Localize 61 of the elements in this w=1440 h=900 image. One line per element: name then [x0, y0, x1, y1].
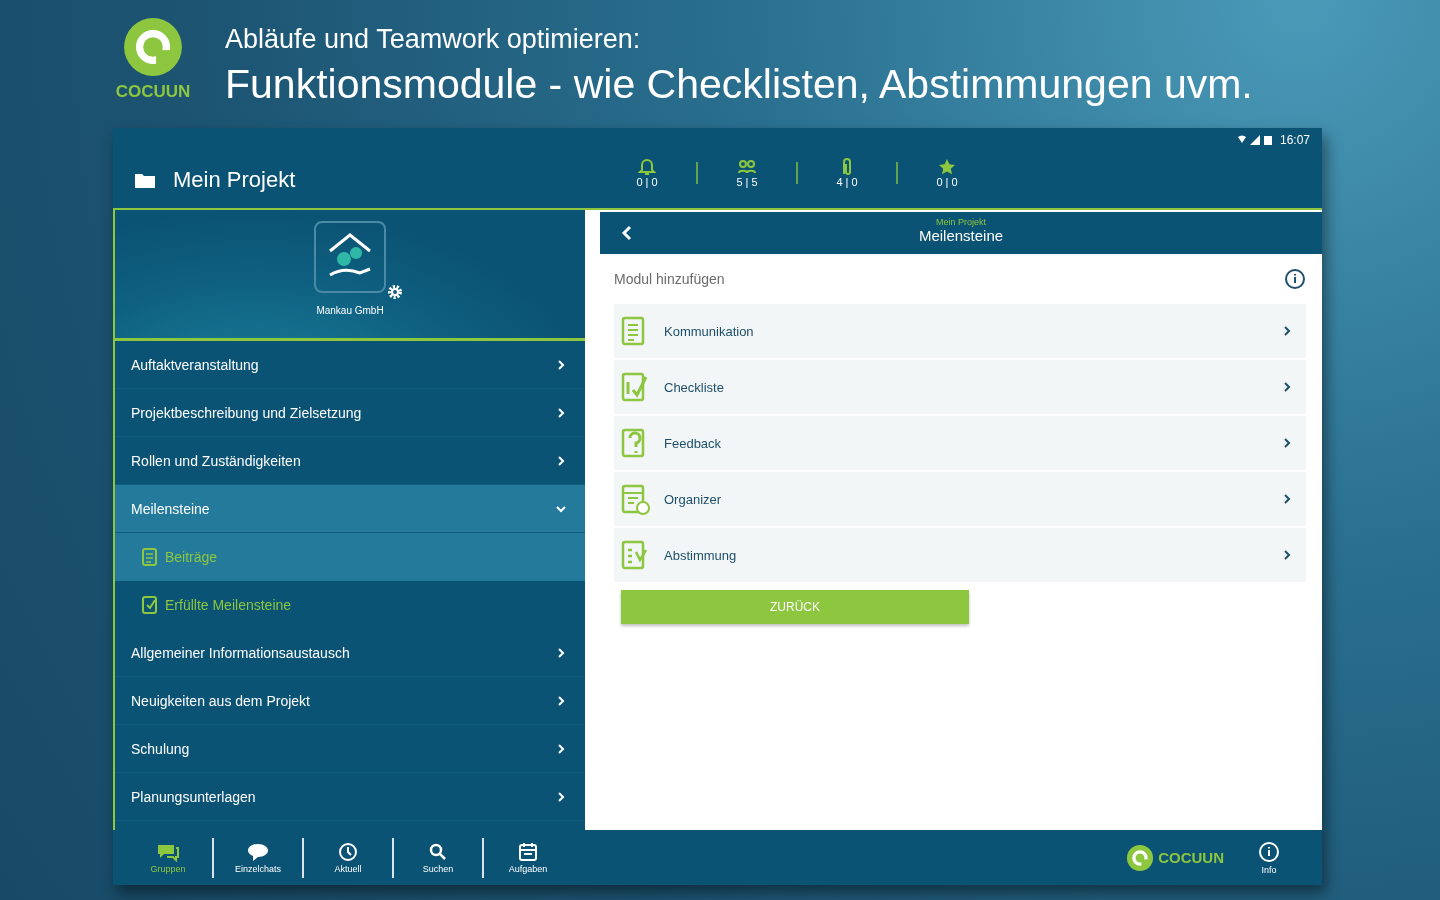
- module-item[interactable]: Checkliste: [614, 360, 1306, 414]
- module-item[interactable]: Organizer: [614, 472, 1306, 526]
- chevron-right-icon: [555, 406, 567, 419]
- document-icon: [141, 547, 159, 567]
- info-icon: [1258, 840, 1280, 863]
- info-icon[interactable]: [1284, 268, 1306, 290]
- group-icon: [738, 158, 756, 176]
- banner-title: Funktionsmodule - wie Checklisten, Abstimmungen uvm.: [225, 61, 1253, 108]
- settings-icon[interactable]: [387, 284, 403, 300]
- module-item[interactable]: Abstimmung: [614, 528, 1306, 582]
- sidebar-item[interactable]: Planungsunterlagen: [115, 773, 585, 821]
- banner-subtitle: Abläufe und Teamwork optimieren:: [225, 24, 642, 55]
- chevron-right-icon: [555, 694, 567, 707]
- chevron-right-icon: [1282, 325, 1292, 337]
- logo-icon: [122, 16, 184, 78]
- chevron-right-icon: [555, 790, 567, 803]
- sidebar-item[interactable]: Neuigkeiten aus dem Projekt: [115, 677, 585, 725]
- chevron-right-icon: [1282, 381, 1292, 393]
- module-item[interactable]: Feedback: [614, 416, 1306, 470]
- detail-title: Meilensteine: [918, 227, 1004, 244]
- project-title: Mein Projekt: [173, 167, 296, 193]
- section-label: Modul hinzufügen: [614, 271, 725, 287]
- chevron-right-icon: [555, 742, 567, 755]
- bubble-icon: [246, 841, 270, 862]
- chevron-right-icon: [555, 358, 567, 371]
- nav-tab[interactable]: Gruppen: [133, 841, 203, 874]
- back-icon[interactable]: [620, 225, 634, 241]
- nav-tab[interactable]: Aufgaben: [493, 841, 563, 874]
- company-logo: [314, 221, 386, 293]
- counter-button[interactable]: 0 | 0: [628, 158, 666, 188]
- company-name: Mankau GmbH: [316, 305, 384, 316]
- counter-button[interactable]: 0 | 0: [928, 158, 966, 188]
- nav-tab[interactable]: Suchen: [403, 841, 473, 874]
- chevron-right-icon: [1282, 493, 1292, 505]
- logo-text: COCUUN: [115, 82, 191, 102]
- sidebar-item[interactable]: Projektbeschreibung und Zielsetzung: [115, 389, 585, 437]
- star-icon: [938, 158, 956, 176]
- logo-icon: [1126, 843, 1155, 872]
- module-item[interactable]: Kommunikation: [614, 304, 1306, 358]
- sidebar-item[interactable]: Auftaktveranstaltung: [115, 341, 585, 389]
- chevron-right-icon: [1282, 437, 1292, 449]
- checklist-icon: [141, 595, 159, 615]
- chevron-right-icon: [555, 646, 567, 659]
- sidebar-item[interactable]: Meilensteine: [115, 485, 585, 533]
- status-time: 16:07: [1279, 133, 1310, 147]
- nav-tab[interactable]: Aktuell: [313, 841, 383, 874]
- clock-icon: [336, 841, 360, 862]
- sidebar-item[interactable]: Schulung: [115, 725, 585, 773]
- logo-text: COCUUN: [1158, 849, 1224, 866]
- sidebar-subitem[interactable]: Erfüllte Meilensteine: [115, 581, 585, 629]
- folder-icon: [135, 172, 155, 188]
- info-button[interactable]: Info: [1234, 840, 1304, 875]
- breadcrumb: Mein Projekt: [936, 217, 986, 227]
- checklist-icon: [620, 370, 650, 404]
- sidebar-item[interactable]: Allgemeiner Informationsaustausch: [115, 629, 585, 677]
- chevron-right-icon: [555, 454, 567, 467]
- chevron-right-icon: [1282, 549, 1292, 561]
- counter-button[interactable]: 4 | 0: [828, 158, 866, 188]
- nav-tab[interactable]: Einzelchats: [223, 841, 293, 874]
- bell-icon: [638, 158, 656, 176]
- counter-button[interactable]: 5 | 5: [728, 158, 766, 188]
